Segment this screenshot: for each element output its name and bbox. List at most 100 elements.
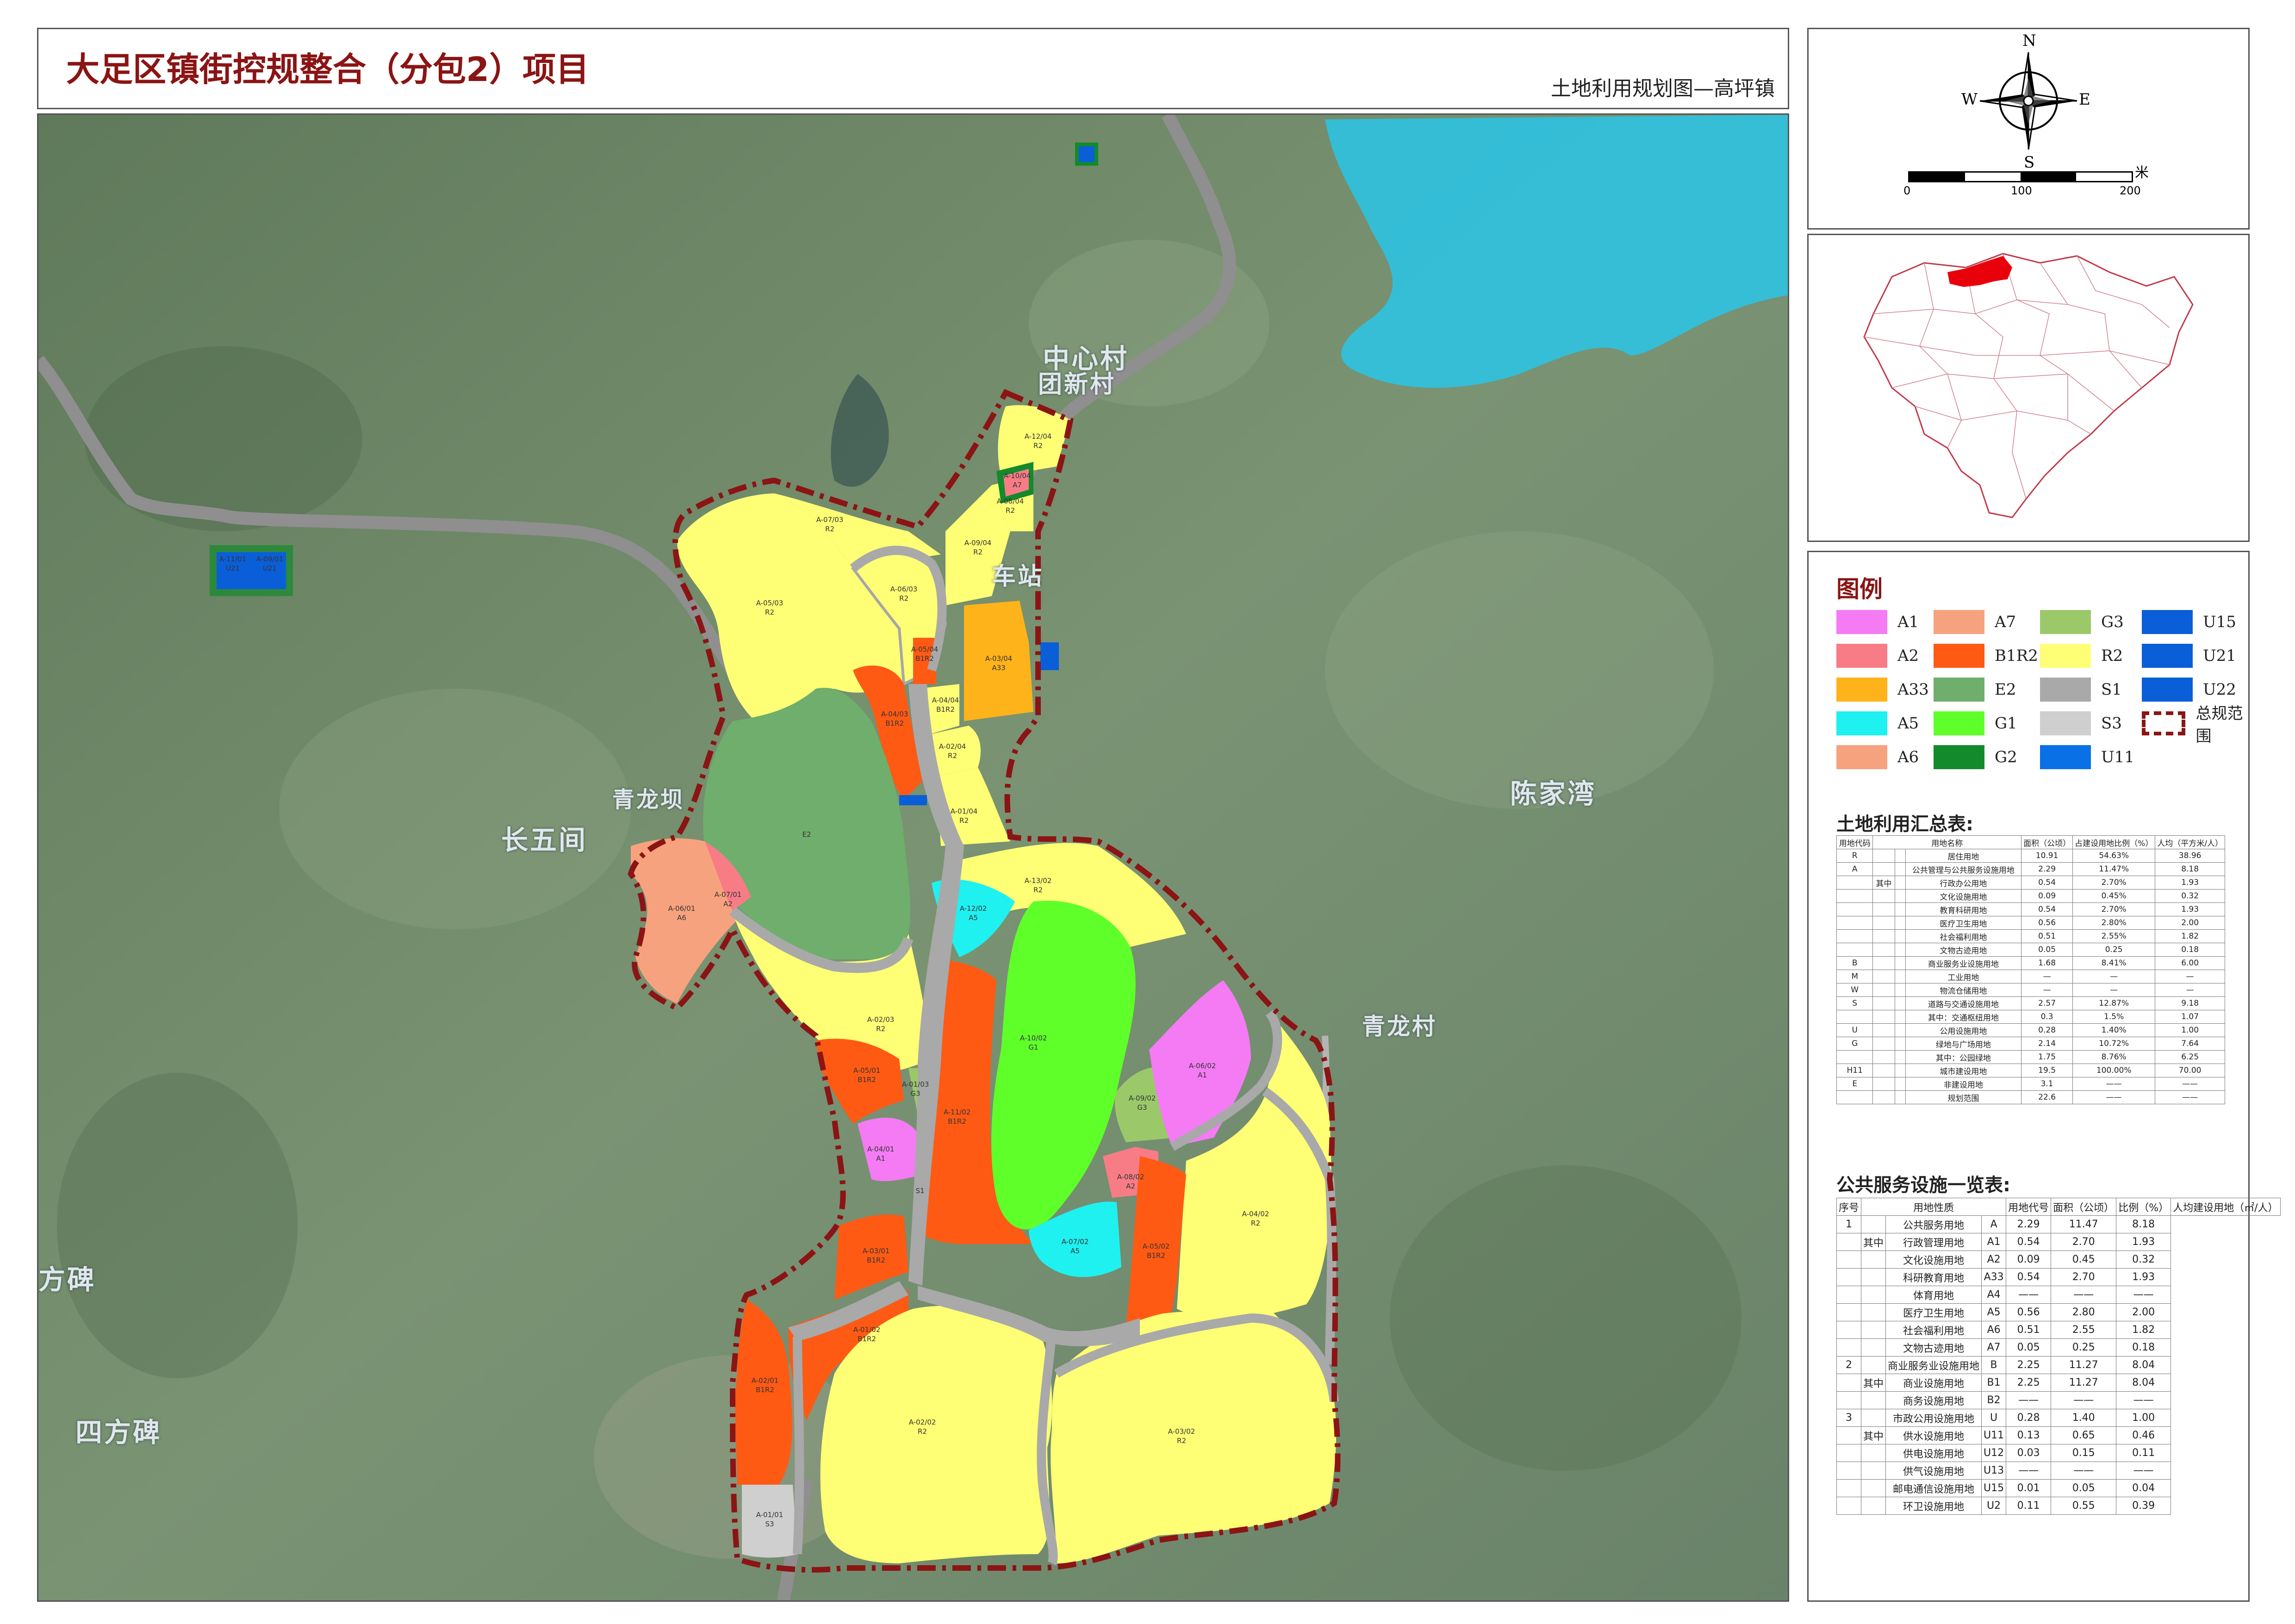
table-cell: B1 xyxy=(1981,1374,2007,1392)
table-cell: 0.46 xyxy=(2116,1426,2171,1444)
table-cell: 邮电通信设施用地 xyxy=(1885,1479,1982,1497)
table-row: B 商业服务业设施用地 1.68 8.41% 6.00 xyxy=(1836,956,2225,970)
table-cell: M xyxy=(1836,970,1873,983)
table-cell: A xyxy=(1836,862,1873,876)
scale-bar xyxy=(1908,171,2133,182)
table-cell: 100.00% xyxy=(2072,1064,2156,1077)
table-cell: 11.27 xyxy=(2051,1356,2117,1374)
svg-text:R2: R2 xyxy=(948,752,957,760)
table-cell: 2 xyxy=(1836,1356,1862,1374)
table-cell: 11.47 xyxy=(2051,1215,2117,1233)
table-cell xyxy=(1872,1064,1895,1077)
table-cell: 0.25 xyxy=(2072,943,2156,957)
table-cell xyxy=(1872,1010,1895,1024)
table-cell: E xyxy=(1836,1077,1873,1091)
table-cell xyxy=(1836,1391,1862,1409)
svg-text:A-04/01: A-04/01 xyxy=(867,1145,895,1153)
table-cell: —— xyxy=(2006,1462,2052,1480)
legend-swatch xyxy=(1836,711,1887,735)
table-cell: 2.00 xyxy=(2155,916,2225,930)
table-cell xyxy=(1861,1215,1886,1233)
table-cell xyxy=(1872,1077,1895,1091)
table-cell xyxy=(1872,983,1895,997)
table-cell xyxy=(1872,956,1895,970)
table-cell: 文化设施用地 xyxy=(1905,889,2022,903)
legend-item-U15: U15 xyxy=(2142,610,2236,634)
table-cell: 行政管理用地 xyxy=(1885,1233,1982,1251)
table-row: 其中：公园绿地 1.75 8.76% 6.25 xyxy=(1836,1050,2225,1064)
svg-text:A6: A6 xyxy=(677,914,686,922)
table-cell: 10.72% xyxy=(2072,1037,2156,1051)
table-cell xyxy=(1872,943,1895,957)
table-cell xyxy=(1872,916,1895,930)
table-cell: 11.27 xyxy=(2051,1374,2117,1392)
table-cell: 0.65 xyxy=(2051,1426,2117,1444)
table-cell: 0.11 xyxy=(2116,1444,2171,1462)
table-cell: 社会福利用地 xyxy=(1885,1321,1982,1339)
svg-text:A-10/02: A-10/02 xyxy=(1020,1034,1047,1042)
table-cell: 1.00 xyxy=(2116,1409,2171,1427)
legend-label: E2 xyxy=(1995,680,2016,699)
table-cell xyxy=(1861,1338,1886,1356)
legend-swatch xyxy=(1836,678,1887,702)
legend-swatch xyxy=(2040,610,2091,634)
svg-text:G1: G1 xyxy=(1028,1043,1038,1052)
district-outline xyxy=(1863,253,2194,518)
table-cell: 0.18 xyxy=(2155,943,2225,957)
table-cell xyxy=(1836,1050,1873,1064)
table-cell: U xyxy=(1836,1023,1873,1037)
table-header-row: 用地代码 用地名称 面积（公顷） 占建设用地比例（%） 人均（平方米/人） xyxy=(1836,835,2225,849)
map-frame[interactable]: A-05/03 R2 A-06/03 R2 A-07/03 R2 A-04/03 B1R2 A-… xyxy=(37,113,1789,1602)
svg-text:B1R2: B1R2 xyxy=(867,1256,885,1264)
legend-swatch xyxy=(2142,610,2193,634)
table-cell: — xyxy=(2072,970,2156,983)
legend-swatch xyxy=(1934,678,1984,702)
legend-label: G3 xyxy=(2101,613,2124,631)
svg-text:U21: U21 xyxy=(263,564,277,572)
table-cell: 12.87% xyxy=(2072,996,2156,1010)
legend-swatch xyxy=(1836,745,1887,769)
table-cell xyxy=(1894,996,1906,1010)
table-cell: 9.18 xyxy=(2155,996,2225,1010)
table-cell: 22.6 xyxy=(2021,1090,2073,1104)
table-cell: 绿地与广场用地 xyxy=(1905,1037,2022,1051)
table-cell xyxy=(1836,943,1873,957)
table-cell xyxy=(1872,929,1895,943)
table-row: 3 市政公用设施用地 U 0.28 1.40 1.00 xyxy=(1836,1409,2281,1427)
table-cell: 1.82 xyxy=(2116,1321,2171,1339)
table-cell: 科研教育用地 xyxy=(1885,1268,1982,1286)
table-cell: 0.01 xyxy=(2006,1479,2052,1497)
svg-text:R2: R2 xyxy=(973,548,983,556)
table-cell xyxy=(1894,1090,1906,1104)
table-row: 规划范围 22.6 —— —— xyxy=(1836,1090,2225,1104)
svg-text:B1R2: B1R2 xyxy=(936,705,955,714)
table-cell xyxy=(1894,849,1906,863)
svg-text:R2: R2 xyxy=(1251,1219,1260,1227)
table-cell: 环卫设施用地 xyxy=(1885,1497,1982,1515)
table-cell xyxy=(1894,1064,1906,1077)
legend-label: A7 xyxy=(1995,613,2016,631)
table-cell: 0.13 xyxy=(2006,1426,2052,1444)
table-header-cell: 用地性质 xyxy=(1861,1198,2007,1216)
table-cell: 8.18 xyxy=(2155,862,2225,876)
table-cell xyxy=(1861,1497,1886,1515)
table-cell xyxy=(1861,1286,1886,1304)
legend-item-B1R2: B1R2 xyxy=(1934,644,2038,668)
table-row: H11 城市建设用地 19.5 100.00% 70.00 xyxy=(1836,1064,2225,1077)
legend-item-S1: S1 xyxy=(2040,678,2122,702)
table-cell: 1.82 xyxy=(2155,929,2225,943)
scale-label-200: 200 xyxy=(2120,184,2141,197)
svg-text:A-08/02: A-08/02 xyxy=(1117,1173,1144,1181)
table-cell: 商务设施用地 xyxy=(1885,1391,1982,1409)
locator-map xyxy=(1863,253,2194,518)
table-cell xyxy=(1836,889,1873,903)
legend-item-U21: U21 xyxy=(2142,644,2236,668)
table-row: 医疗卫生用地 0.56 2.80% 2.00 xyxy=(1836,916,2225,930)
table-cell: 体育用地 xyxy=(1885,1286,1982,1304)
table-header-cell: 比例（%） xyxy=(2116,1198,2171,1216)
svg-text:A5: A5 xyxy=(969,914,978,922)
legend-swatch xyxy=(2040,745,2091,769)
legend-label: U21 xyxy=(2203,647,2236,665)
table-cell xyxy=(1836,1233,1862,1251)
table-cell xyxy=(1872,970,1895,983)
